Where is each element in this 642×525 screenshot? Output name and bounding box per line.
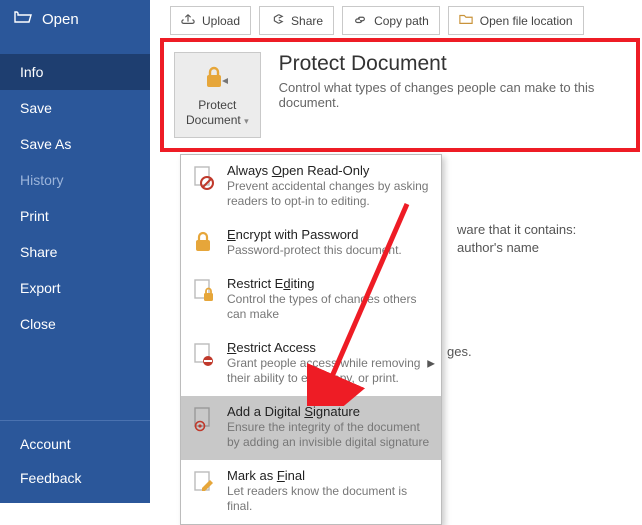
pencil-doc-icon xyxy=(191,468,217,514)
sidebar-footer: Account Feedback xyxy=(0,420,150,495)
copy-path-label: Copy path xyxy=(374,14,429,28)
menu-item-title: Encrypt with Password xyxy=(227,227,431,242)
menu-item-desc: Prevent accidental changes by asking rea… xyxy=(227,179,431,209)
protect-document-menu: Always Open Read-Only Prevent accidental… xyxy=(180,154,442,525)
link-icon xyxy=(353,12,367,29)
protect-title: Protect Document xyxy=(279,52,636,76)
menu-item-title: Mark as Final xyxy=(227,468,431,483)
protect-button-label: Protect Document ▾ xyxy=(175,98,260,127)
copy-path-button[interactable]: Copy path xyxy=(342,6,440,35)
folder-open-icon xyxy=(14,10,32,28)
protect-document-button[interactable]: Protect Document ▾ xyxy=(174,52,261,138)
sidebar-item-open[interactable]: Open xyxy=(0,0,150,38)
menu-item-read-only[interactable]: Always Open Read-Only Prevent accidental… xyxy=(181,155,441,219)
menu-item-desc: Control the types of changes others can … xyxy=(227,292,431,322)
signature-icon xyxy=(191,404,217,450)
menu-item-title: Add a Digital Signature xyxy=(227,404,431,419)
readonly-icon xyxy=(191,163,217,209)
share-label: Share xyxy=(291,14,323,28)
open-file-location-button[interactable]: Open file location xyxy=(448,6,584,35)
menu-item-restrict-access[interactable]: Restrict Access Grant people access whil… xyxy=(181,332,441,396)
upload-icon xyxy=(181,12,195,29)
sidebar-open-label: Open xyxy=(42,11,79,28)
doc-block-icon xyxy=(191,340,217,386)
menu-item-encrypt[interactable]: Encrypt with Password Password-protect t… xyxy=(181,219,441,268)
backstage-sidebar: Open Info Save Save As History Print Sha… xyxy=(0,0,150,503)
bg-text-author: author's name xyxy=(457,240,539,255)
sidebar-item-account[interactable]: Account xyxy=(0,427,150,461)
sidebar-item-close[interactable]: Close xyxy=(0,306,150,342)
menu-item-desc: Let readers know the document is final. xyxy=(227,484,431,514)
share-button[interactable]: Share xyxy=(259,6,334,35)
highlight-box: Protect Document ▾ Protect Document Cont… xyxy=(160,38,640,152)
bg-text-aware: ware that it contains: xyxy=(457,222,576,237)
sidebar-item-export[interactable]: Export xyxy=(0,270,150,306)
main-area: Protect Document ▾ Protect Document Cont… xyxy=(160,38,640,152)
menu-item-title: Restrict Editing xyxy=(227,276,431,291)
sidebar-item-info[interactable]: Info xyxy=(0,54,150,90)
menu-item-digital-signature[interactable]: Add a Digital Signature Ensure the integ… xyxy=(181,396,441,460)
menu-item-title: Always Open Read-Only xyxy=(227,163,431,178)
open-file-location-label: Open file location xyxy=(480,14,573,28)
menu-item-mark-final[interactable]: Mark as Final Let readers know the docum… xyxy=(181,460,441,524)
sidebar-item-save-as[interactable]: Save As xyxy=(0,126,150,162)
upload-label: Upload xyxy=(202,14,240,28)
submenu-caret-icon: ▶ xyxy=(427,359,435,370)
sidebar-item-history: History xyxy=(0,162,150,198)
folder-icon xyxy=(459,12,473,29)
sidebar-item-share[interactable]: Share xyxy=(0,234,150,270)
sidebar-nav: Info Save Save As History Print Share Ex… xyxy=(0,54,150,342)
top-action-bar: Upload Share Copy path Open file locatio… xyxy=(170,6,584,35)
sidebar-item-print[interactable]: Print xyxy=(0,198,150,234)
menu-item-desc: Ensure the integrity of the document by … xyxy=(227,420,431,450)
protect-text: Protect Document Control what types of c… xyxy=(279,52,636,110)
doc-lock-icon xyxy=(191,276,217,322)
lock-key-icon xyxy=(191,227,217,258)
menu-item-desc: Password-protect this document. xyxy=(227,243,431,258)
menu-item-restrict-editing[interactable]: Restrict Editing Control the types of ch… xyxy=(181,268,441,332)
bg-text-ges: ges. xyxy=(447,344,472,359)
chevron-down-icon: ▾ xyxy=(244,116,249,126)
menu-item-title: Restrict Access xyxy=(227,340,431,355)
menu-item-desc: Grant people access while removing their… xyxy=(227,356,431,386)
protect-description: Control what types of changes people can… xyxy=(279,80,636,110)
lock-icon xyxy=(202,63,232,94)
sidebar-item-feedback[interactable]: Feedback xyxy=(0,461,150,495)
share-icon xyxy=(270,12,284,29)
upload-button[interactable]: Upload xyxy=(170,6,251,35)
sidebar-item-save[interactable]: Save xyxy=(0,90,150,126)
